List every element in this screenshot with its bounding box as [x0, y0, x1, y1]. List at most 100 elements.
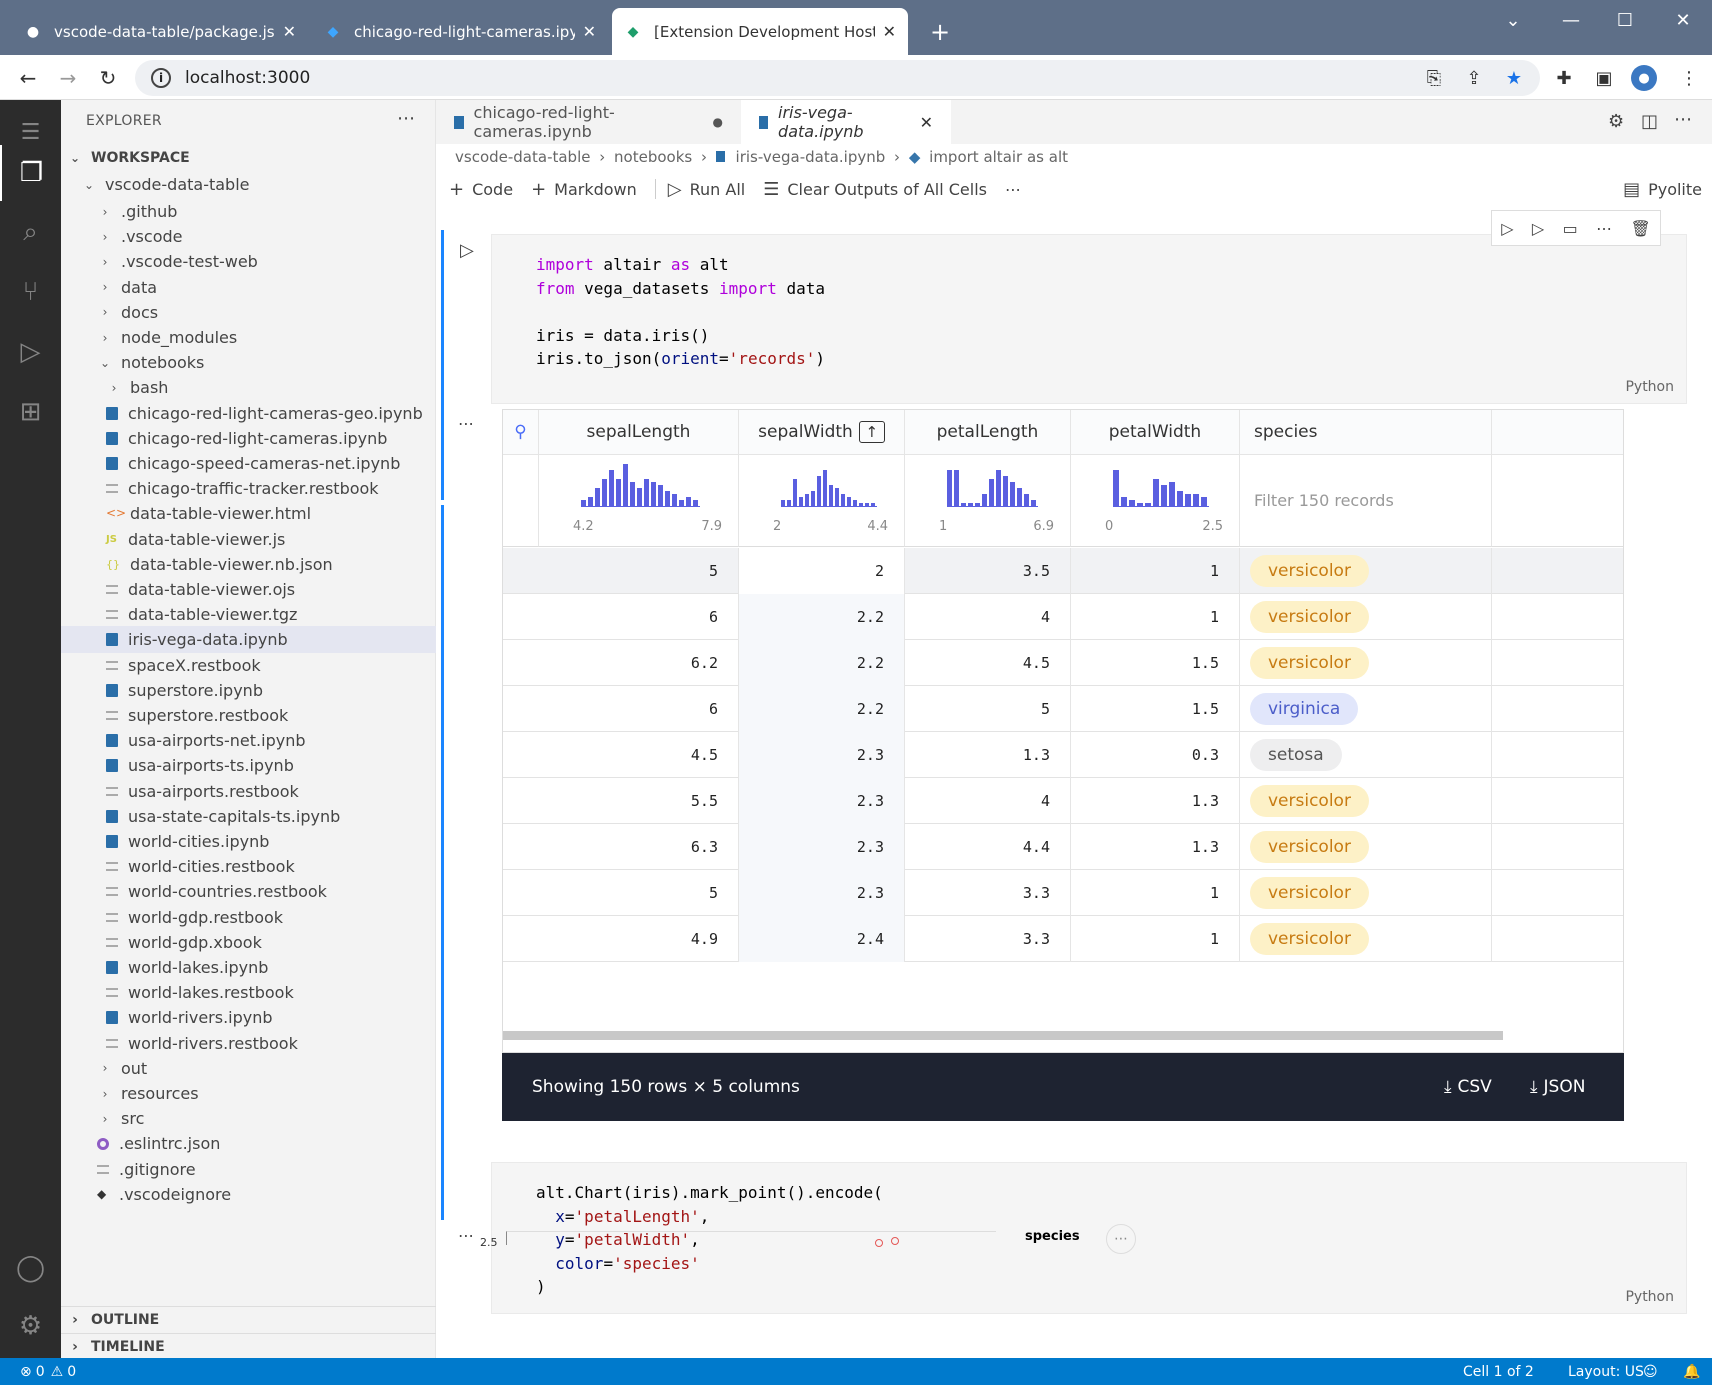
tree-item[interactable]: <> data-table-viewer.html: [61, 500, 436, 527]
browser-tab-active[interactable]: ◆ [Extension Development Host] - ✕: [612, 8, 908, 55]
source-control-icon[interactable]: ⑂: [0, 264, 61, 320]
error-icon[interactable]: ⊗: [20, 1364, 32, 1380]
tree-item[interactable]: ⌄ notebooks: [61, 349, 436, 376]
close-icon[interactable]: ✕: [920, 113, 933, 132]
table-cell[interactable]: 1.5: [1071, 640, 1240, 686]
species-cell[interactable]: versicolor: [1240, 640, 1492, 686]
tree-item[interactable]: spaceX.restbook: [61, 652, 436, 679]
species-cell[interactable]: setosa: [1240, 732, 1492, 778]
table-cell[interactable]: 1: [1071, 548, 1240, 594]
extensions-icon[interactable]: ✚: [1551, 65, 1577, 91]
tree-item[interactable]: world-lakes.restbook: [61, 979, 436, 1006]
table-cell[interactable]: 2.2: [739, 594, 905, 640]
editor-tab-active[interactable]: iris-vega-data.ipynb ✕: [741, 100, 951, 144]
table-cell[interactable]: 1.3: [1071, 824, 1240, 870]
species-cell[interactable]: versicolor: [1240, 870, 1492, 916]
table-cell[interactable]: 1.5: [1071, 686, 1240, 732]
breadcrumb-item[interactable]: notebooks: [614, 148, 692, 166]
tree-item[interactable]: world-cities.restbook: [61, 853, 436, 880]
download-json-button[interactable]: ⤓ JSON: [1530, 1053, 1585, 1121]
table-cell[interactable]: 1: [1071, 916, 1240, 962]
table-cell[interactable]: 1: [1071, 870, 1240, 916]
bookmark-star-icon[interactable]: ★: [1501, 65, 1527, 91]
tree-item[interactable]: {} data-table-viewer.nb.json: [61, 551, 436, 578]
tree-item[interactable]: world-lakes.ipynb: [61, 954, 436, 981]
chart-actions-icon[interactable]: ⋯: [1106, 1224, 1136, 1254]
tree-item[interactable]: superstore.restbook: [61, 702, 436, 729]
table-cell[interactable]: 2.3: [739, 732, 905, 778]
table-cell[interactable]: 6.3: [539, 824, 739, 870]
close-icon[interactable]: ✕: [283, 22, 296, 41]
table-cell[interactable]: 2.3: [739, 778, 905, 824]
feedback-icon[interactable]: ☺: [1643, 1364, 1658, 1380]
install-app-icon[interactable]: ⎘: [1421, 65, 1447, 91]
code-cell-1[interactable]: import altair as alt from vega_datasets …: [491, 234, 1687, 404]
workspace-section[interactable]: ⌄ WORKSPACE: [61, 144, 436, 171]
tree-item[interactable]: › docs: [61, 299, 436, 326]
tree-item[interactable]: superstore.ipynb: [61, 677, 436, 704]
column-header[interactable]: sepalWidth ↑: [739, 410, 905, 455]
sort-ascending-icon[interactable]: ↑: [858, 421, 885, 443]
tree-item[interactable]: iris-vega-data.ipynb: [61, 626, 436, 654]
tree-item[interactable]: › .vscode-test-web: [61, 248, 436, 275]
column-header[interactable]: species: [1240, 410, 1492, 455]
tree-item[interactable]: › data: [61, 274, 436, 301]
table-cell[interactable]: 6.2: [539, 640, 739, 686]
explorer-icon[interactable]: ❐: [0, 145, 61, 201]
table-cell[interactable]: 4.5: [905, 640, 1071, 686]
tree-item[interactable]: ◆ .vscodeignore: [61, 1181, 436, 1208]
table-row[interactable]: 4.9 2.4 3.3 1 versicolor: [503, 916, 1623, 962]
clear-outputs-button[interactable]: ☰ Clear Outputs of All Cells: [763, 179, 987, 200]
breadcrumb-item[interactable]: iris-vega-data.ipynb: [736, 148, 886, 166]
reload-button[interactable]: ↻: [93, 63, 123, 93]
warning-icon[interactable]: ⚠: [51, 1364, 64, 1380]
table-cell[interactable]: 1.3: [1071, 778, 1240, 824]
table-cell[interactable]: 2.2: [739, 686, 905, 732]
run-debug-icon[interactable]: ▷: [0, 324, 61, 380]
back-button[interactable]: ←: [13, 63, 43, 93]
pin-icon[interactable]: ⚲: [503, 410, 539, 455]
table-cell[interactable]: 2.4: [739, 916, 905, 962]
table-cell[interactable]: 4.9: [539, 916, 739, 962]
table-cell[interactable]: 4: [905, 778, 1071, 824]
run-cell-icon[interactable]: ▷: [460, 240, 474, 261]
species-cell[interactable]: versicolor: [1240, 778, 1492, 824]
table-cell[interactable]: 4: [905, 594, 1071, 640]
dirty-dot-icon[interactable]: ●: [713, 115, 723, 129]
tree-item[interactable]: world-rivers.restbook: [61, 1030, 436, 1057]
column-header[interactable]: petalWidth: [1071, 410, 1240, 455]
tree-item[interactable]: world-rivers.ipynb: [61, 1004, 436, 1031]
profile-avatar[interactable]: ●: [1631, 65, 1657, 91]
browser-tab[interactable]: ● vscode-data-table/package.json ✕: [12, 8, 308, 55]
table-cell[interactable]: 3.5: [905, 548, 1071, 594]
tree-item[interactable]: usa-airports-ts.ipynb: [61, 752, 436, 779]
tree-item[interactable]: chicago-red-light-cameras-geo.ipynb: [61, 400, 436, 427]
species-cell[interactable]: versicolor: [1240, 548, 1492, 594]
table-cell[interactable]: 3.3: [905, 916, 1071, 962]
editor-tab[interactable]: chicago-red-light-cameras.ipynb ●: [436, 100, 741, 144]
error-count[interactable]: 0: [36, 1364, 45, 1380]
tree-item[interactable]: chicago-speed-cameras-net.ipynb: [61, 450, 436, 477]
table-row[interactable]: 5 2 3.5 1 versicolor: [503, 548, 1623, 594]
execute-below-icon[interactable]: ▷: [1532, 219, 1544, 238]
share-icon[interactable]: ⇪: [1461, 65, 1487, 91]
side-panel-icon[interactable]: ▣: [1591, 65, 1617, 91]
tree-item[interactable]: › out: [61, 1055, 436, 1082]
histogram-petalWidth[interactable]: 0 2.5: [1071, 455, 1240, 547]
address-bar[interactable]: i localhost:3000: [135, 60, 1540, 96]
settings-gear-icon[interactable]: ⚙: [0, 1298, 61, 1354]
kernel-picker[interactable]: ▤ Pyolite: [1623, 179, 1702, 200]
breadcrumb-item[interactable]: import altair as alt: [929, 148, 1068, 166]
close-icon[interactable]: ✕: [883, 22, 896, 41]
maximize-button[interactable]: ☐: [1596, 0, 1654, 40]
more-actions-icon[interactable]: ⋯: [1005, 180, 1021, 199]
table-row[interactable]: 6 2.2 4 1 versicolor: [503, 594, 1623, 640]
table-cell[interactable]: 3.3: [905, 870, 1071, 916]
table-cell[interactable]: 2: [739, 548, 905, 594]
species-filter-input[interactable]: Filter 150 records: [1240, 455, 1492, 547]
more-actions-icon[interactable]: ⋯: [1596, 219, 1612, 238]
code-editor[interactable]: import altair as alt from vega_datasets …: [536, 253, 825, 371]
table-cell[interactable]: 2.3: [739, 870, 905, 916]
table-row[interactable]: 5 2.3 3.3 1 versicolor: [503, 870, 1623, 916]
tree-item[interactable]: chicago-traffic-tracker.restbook: [61, 475, 436, 502]
